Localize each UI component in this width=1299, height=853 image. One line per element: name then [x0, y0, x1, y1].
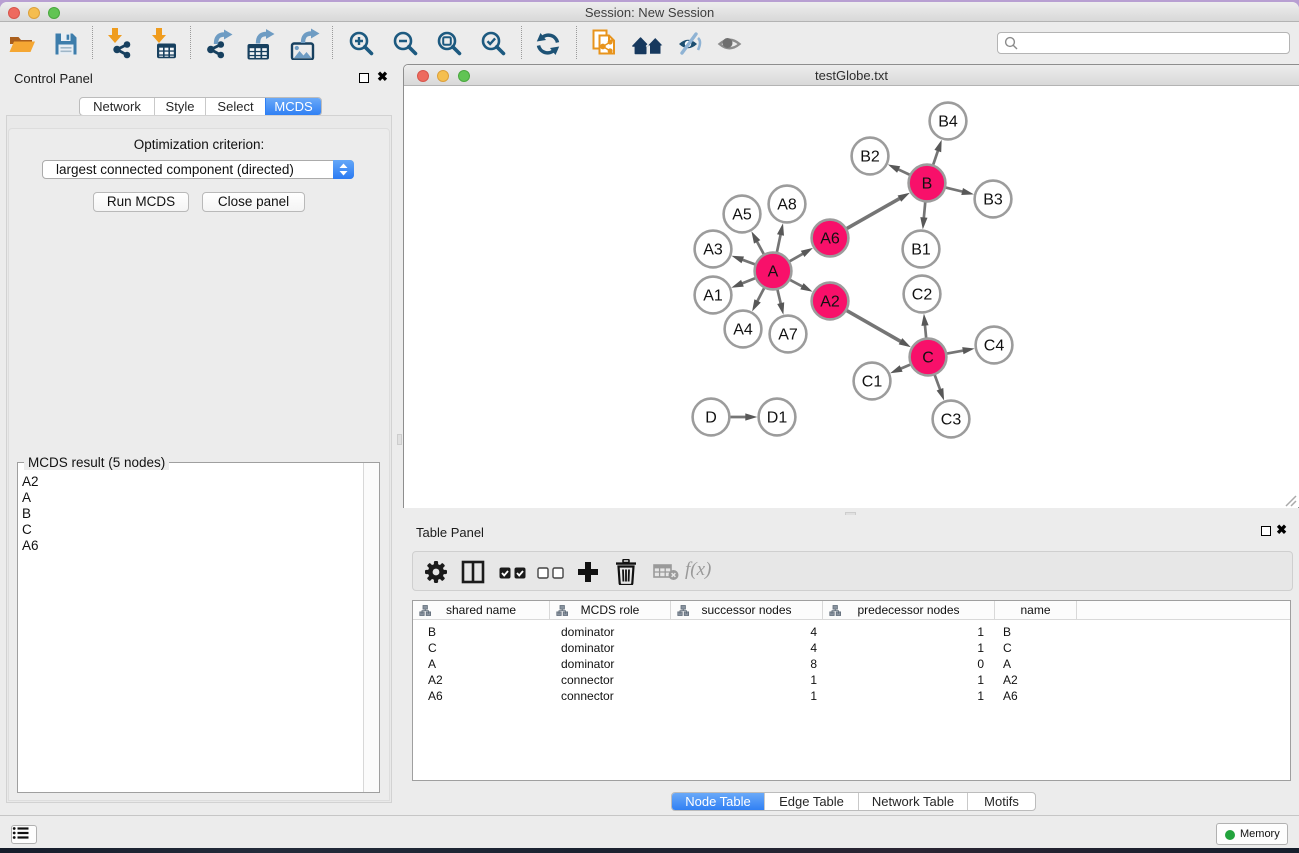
svg-text:B1: B1	[911, 242, 931, 259]
svg-text:A8: A8	[777, 197, 797, 214]
svg-text:D1: D1	[767, 410, 788, 427]
svg-text:C1: C1	[862, 374, 883, 391]
svg-text:C4: C4	[984, 338, 1005, 355]
svg-text:A4: A4	[733, 322, 753, 339]
svg-text:B3: B3	[983, 192, 1003, 209]
svg-text:C3: C3	[941, 412, 962, 429]
svg-text:A5: A5	[732, 207, 752, 224]
svg-text:A7: A7	[778, 327, 798, 344]
svg-text:A2: A2	[820, 294, 840, 311]
svg-text:B: B	[922, 176, 933, 193]
svg-text:B4: B4	[938, 114, 958, 131]
svg-text:C: C	[922, 350, 934, 367]
svg-text:A1: A1	[703, 288, 723, 305]
svg-text:B2: B2	[860, 149, 880, 166]
svg-text:A6: A6	[820, 231, 840, 248]
svg-text:A3: A3	[703, 242, 723, 259]
svg-text:D: D	[705, 410, 717, 427]
svg-text:A: A	[768, 264, 779, 281]
svg-text:C2: C2	[912, 287, 933, 304]
